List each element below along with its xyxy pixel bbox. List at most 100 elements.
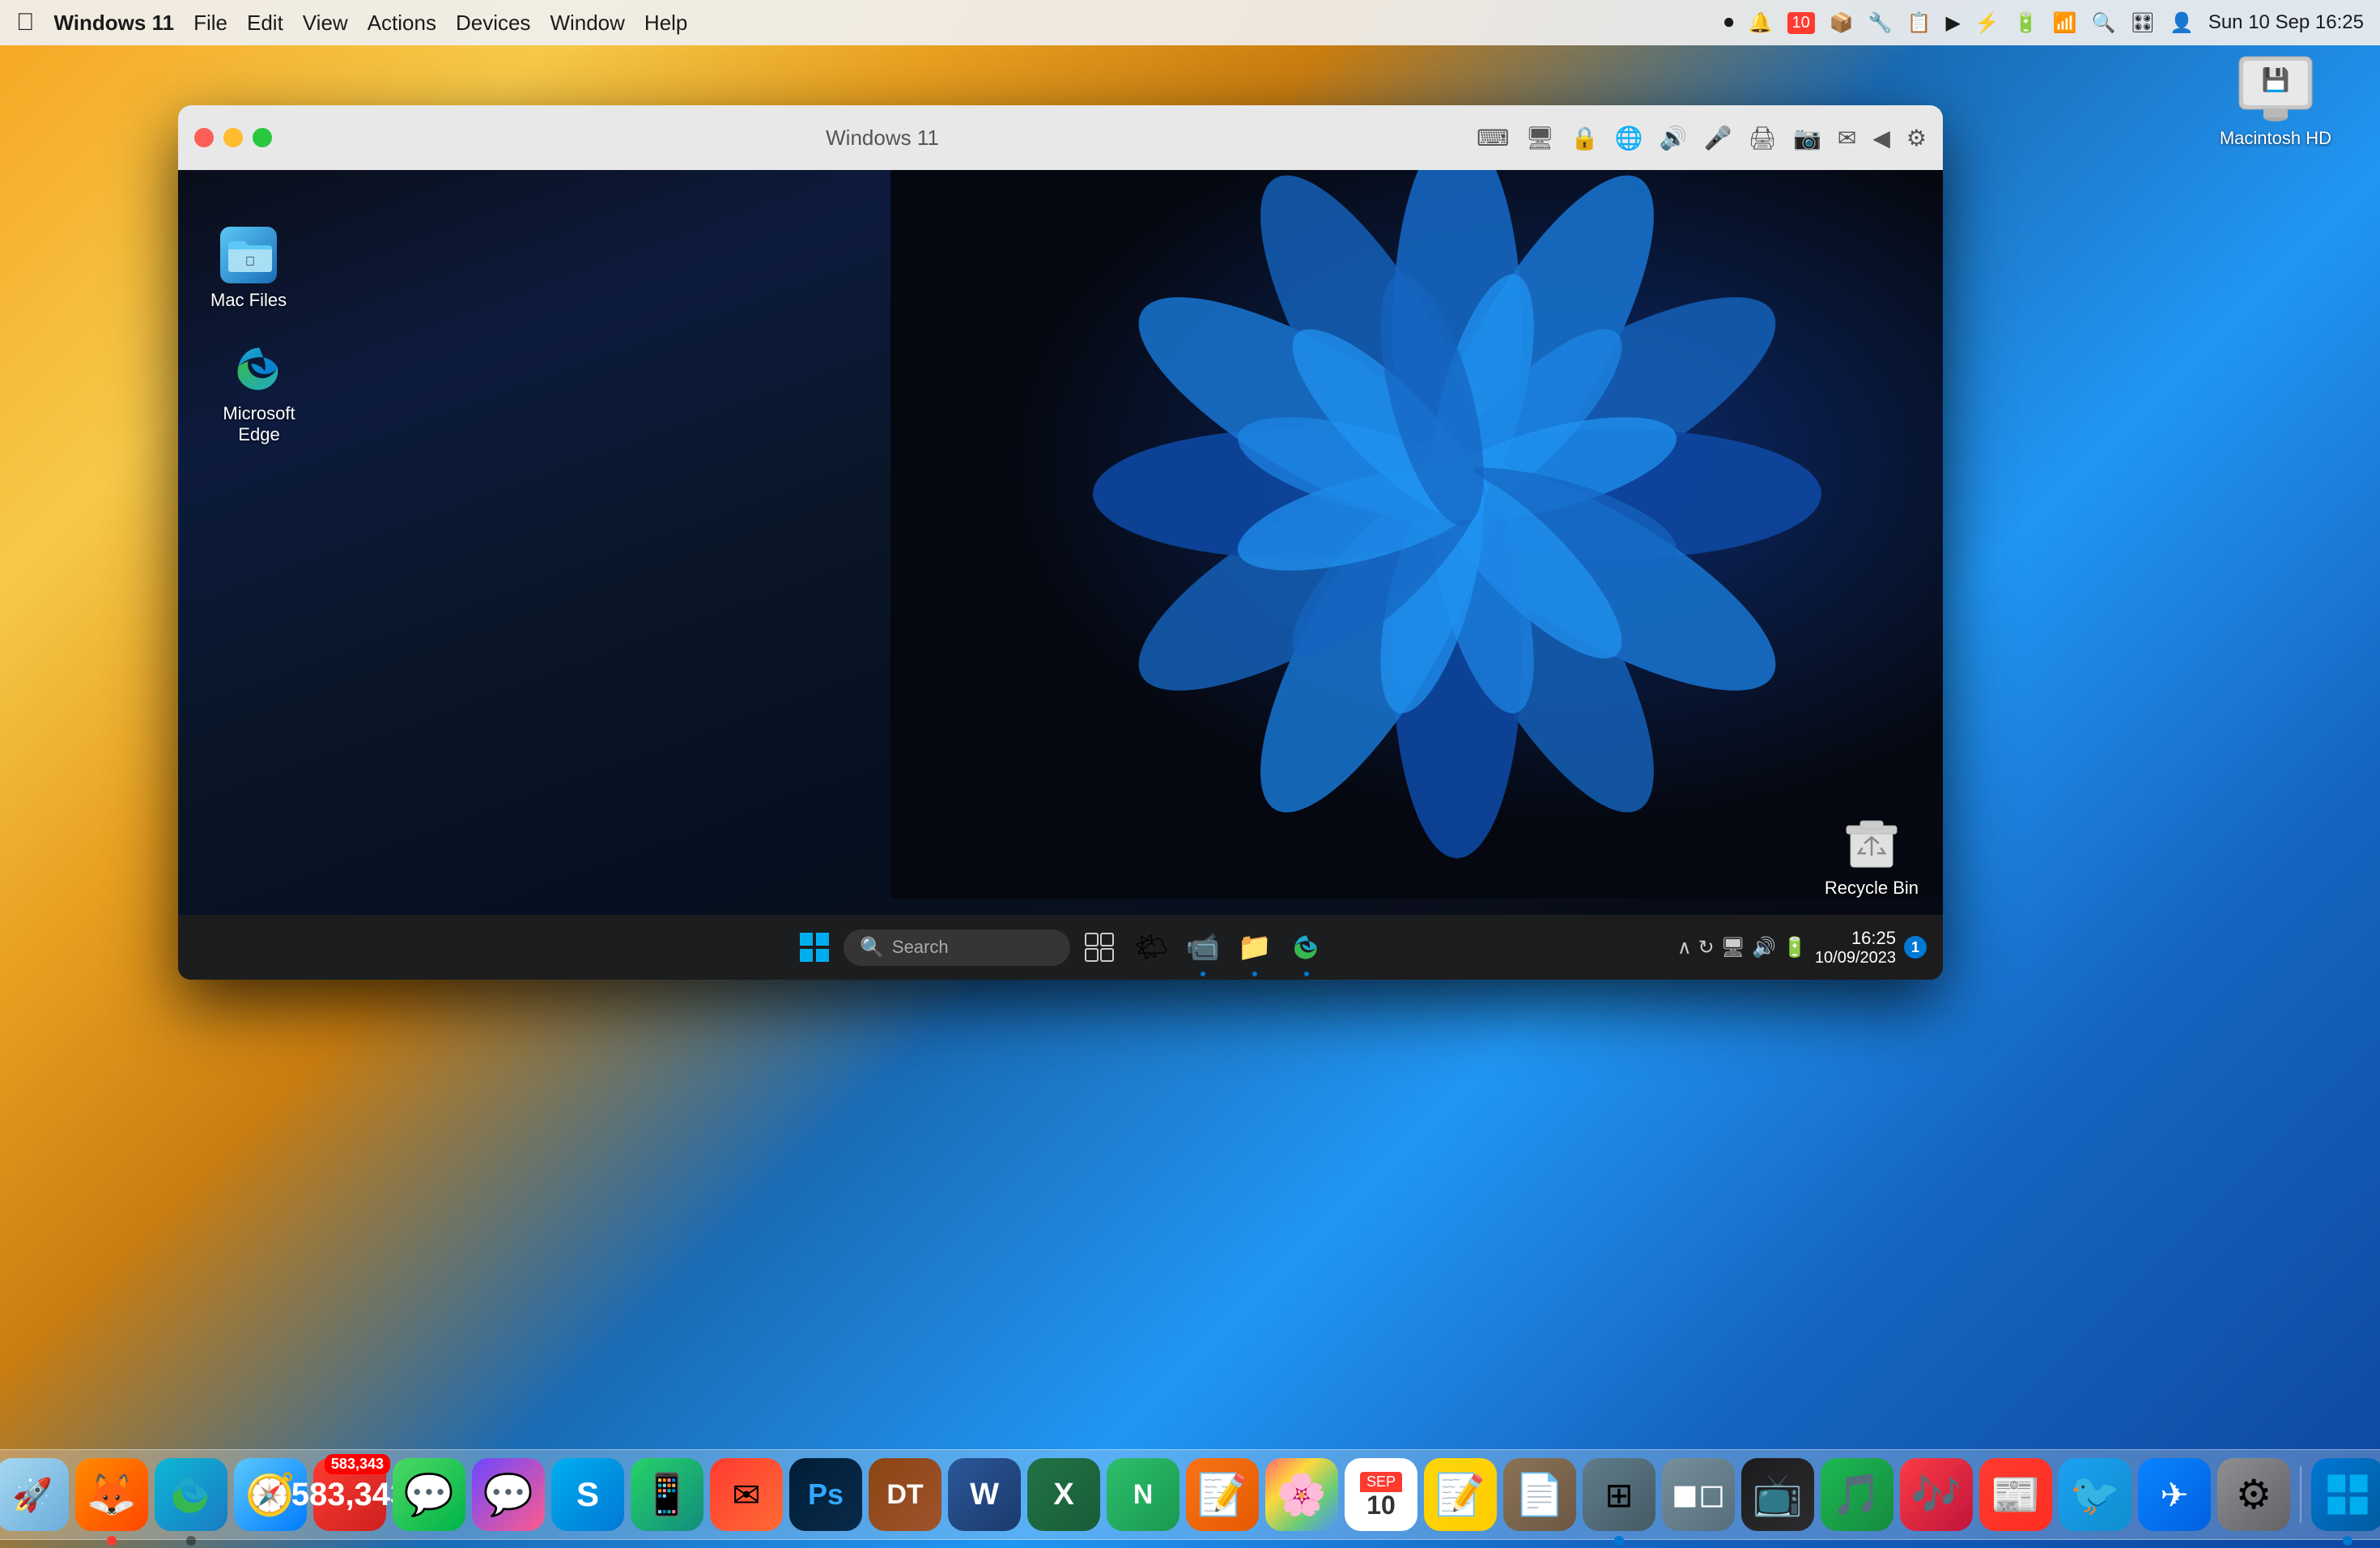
vm-toolbar-globe[interactable]: 🌐	[1615, 125, 1643, 151]
svg-text:💾: 💾	[2261, 66, 2289, 93]
dock-item-firefox[interactable]: 🦊	[75, 1458, 148, 1531]
win11-notification-badge[interactable]: 1	[1904, 936, 1927, 959]
win11-mac-files-icon[interactable]:  Mac Files	[202, 219, 295, 319]
win11-chevron-icon[interactable]: ∧	[1677, 936, 1692, 959]
vm-toolbar-sound[interactable]: 🔊	[1660, 125, 1688, 151]
view-menu[interactable]: View	[303, 11, 348, 36]
mac-menubar:  Windows 11 File Edit View Actions Devi…	[0, 0, 2380, 45]
dock-item-calendar[interactable]: SEP 10	[1345, 1458, 1417, 1531]
win11-systray: ∧ ↻ 🖥 🔊 🔋 16:25 10/09/2023 1	[1677, 928, 1927, 968]
win11-search-bar[interactable]: 🔍 Search	[844, 929, 1070, 966]
win11-battery-icon[interactable]: 🔋	[1783, 936, 1807, 959]
dock-item-mail[interactable]: 583,343 583,343	[313, 1458, 386, 1531]
vm-close-button[interactable]	[194, 128, 214, 147]
vm-toolbar: ⌨ 🖥 🔒 🌐 🔊 🎤 🖨 📷 ✉ ◀ ⚙	[1477, 125, 1927, 151]
vm-toolbar-lock[interactable]: 🔒	[1570, 125, 1599, 151]
win11-taskbar-edge[interactable]	[1284, 925, 1329, 970]
play-icon[interactable]: ▶	[1945, 11, 1960, 35]
dock-item-messages[interactable]: 💬	[393, 1458, 465, 1531]
win11-sync-icon[interactable]: ↻	[1698, 936, 1715, 959]
bluetooth-icon[interactable]: ⚡	[1975, 11, 2000, 35]
vm-toolbar-settings[interactable]: ⚙	[1906, 125, 1927, 151]
notification-icon[interactable]: 🔔	[1749, 11, 1773, 35]
win11-clock[interactable]: 16:25 10/09/2023	[1815, 928, 1896, 968]
screen-record-icon[interactable]: ⏺	[1724, 11, 1734, 34]
dock-item-spotify[interactable]: 🎵	[1821, 1458, 1893, 1531]
dock-item-skype[interactable]: S	[551, 1458, 624, 1531]
win11-desktop:  Mac Files	[178, 170, 1943, 980]
dock-item-news[interactable]: 📰	[1979, 1458, 2052, 1531]
win11-teams-icon[interactable]: 📹	[1180, 925, 1226, 970]
macintosh-hd-label: Macintosh HD	[2220, 128, 2331, 149]
wifi-icon[interactable]: 📶	[2053, 11, 2077, 35]
dock-item-parallels[interactable]: ◼◻	[1662, 1458, 1735, 1531]
controlcenter-icon[interactable]: 🎛	[2130, 11, 2154, 35]
win11-weather-icon[interactable]: 🌤	[1128, 925, 1174, 970]
dock-item-messenger[interactable]: 💬	[472, 1458, 545, 1531]
dock-item-textedit[interactable]: 📄	[1503, 1458, 1576, 1531]
vm-toolbar-mic[interactable]: 🎤	[1704, 125, 1732, 151]
dock-item-edge[interactable]	[155, 1458, 227, 1531]
vm-window-controls	[194, 128, 272, 147]
dock-item-airmail[interactable]: ✉	[710, 1458, 783, 1531]
actions-menu[interactable]: Actions	[368, 11, 436, 36]
vm-toolbar-keyboard[interactable]: ⌨	[1477, 125, 1509, 151]
battery-icon[interactable]: 🔋	[2014, 11, 2038, 35]
dock-item-notes[interactable]: 📝	[1424, 1458, 1497, 1531]
vm-toolbar-mail[interactable]: ✉	[1838, 125, 1856, 151]
win11-start-button[interactable]	[792, 925, 837, 970]
win11-explorer-icon[interactable]: 📁	[1232, 925, 1277, 970]
app-name[interactable]: Windows 11	[54, 11, 175, 36]
dock-item-whatsapp[interactable]: 📱	[631, 1458, 703, 1531]
dock-item-vmware[interactable]: ⊞	[1583, 1458, 1655, 1531]
mac-files-label: Mac Files	[210, 290, 287, 311]
win11-systray-icons: ∧ ↻ 🖥 🔊 🔋	[1677, 936, 1807, 959]
win11-edge-icon[interactable]: Microsoft Edge	[202, 332, 316, 453]
tools-icon[interactable]: 🔧	[1868, 11, 1893, 35]
dock-item-launchpad[interactable]: 🚀	[0, 1458, 69, 1531]
svg-text:: 	[245, 255, 255, 269]
win11-taskbar: 🔍 Search 🌤	[178, 915, 1943, 980]
dropbox-icon[interactable]: 📦	[1830, 11, 1854, 35]
dock-item-twitter[interactable]: 🐦	[2059, 1458, 2131, 1531]
win11-display-icon[interactable]: 🖥	[1721, 936, 1745, 959]
win11-taskbar-center: 🔍 Search 🌤	[792, 925, 1329, 970]
win11-volume-icon[interactable]: 🔊	[1752, 936, 1776, 959]
dock-item-tv[interactable]: 📺	[1741, 1458, 1814, 1531]
help-menu[interactable]: Help	[644, 11, 687, 36]
search-icon[interactable]: 🔍	[2092, 11, 2116, 35]
win11-clock-date: 10/09/2023	[1815, 949, 1896, 968]
vm-toolbar-back[interactable]: ◀	[1872, 125, 1890, 151]
dock-item-photos[interactable]: 🌸	[1265, 1458, 1338, 1531]
dock-item-music[interactable]: 🎶	[1900, 1458, 1973, 1531]
edit-menu[interactable]: Edit	[247, 11, 283, 36]
mac-dock: 🔍 🚀 🦊 🧭 583,343 583,343 💬 💬 S 📱	[0, 1449, 2380, 1540]
vm-toolbar-camera[interactable]: 📷	[1793, 125, 1821, 151]
dock-item-pages[interactable]: 📝	[1186, 1458, 1259, 1531]
dock-item-windows[interactable]	[2311, 1458, 2380, 1531]
clipboard-icon[interactable]: 📋	[1907, 11, 1932, 35]
vm-toolbar-print[interactable]: 🖨	[1748, 125, 1777, 151]
dock-item-excel[interactable]: X	[1027, 1458, 1100, 1531]
devices-menu[interactable]: Devices	[456, 11, 530, 36]
dock-item-testflight[interactable]: ✈	[2138, 1458, 2211, 1531]
file-menu[interactable]: File	[193, 11, 227, 36]
dock-item-sysprefs[interactable]: ⚙	[2217, 1458, 2290, 1531]
apple-menu[interactable]: 	[16, 9, 35, 36]
vm-window: Windows 11 ⌨ 🖥 🔒 🌐 🔊 🎤 🖨 📷 ✉ ◀ ⚙	[178, 105, 1943, 980]
window-menu[interactable]: Window	[550, 11, 624, 36]
vm-minimize-button[interactable]	[223, 128, 243, 147]
user-icon[interactable]: 👤	[2170, 11, 2194, 35]
win11-recycle-bin[interactable]: Recycle Bin	[1825, 814, 1919, 899]
badge-icon[interactable]: 10	[1787, 12, 1815, 34]
vm-maximize-button[interactable]	[253, 128, 272, 147]
macintosh-hd-icon[interactable]: 💾 Macintosh HD	[2220, 49, 2331, 149]
dock-item-devonthink[interactable]: DT	[869, 1458, 941, 1531]
vm-toolbar-screen[interactable]: 🖥	[1525, 125, 1554, 151]
win11-task-view[interactable]	[1077, 925, 1122, 970]
dock-item-numbers[interactable]: N	[1107, 1458, 1179, 1531]
win11-search-text: Search	[892, 937, 949, 958]
edge-label: Microsoft Edge	[210, 403, 308, 445]
dock-item-word[interactable]: W	[948, 1458, 1021, 1531]
dock-item-photoshop[interactable]: Ps	[789, 1458, 862, 1531]
